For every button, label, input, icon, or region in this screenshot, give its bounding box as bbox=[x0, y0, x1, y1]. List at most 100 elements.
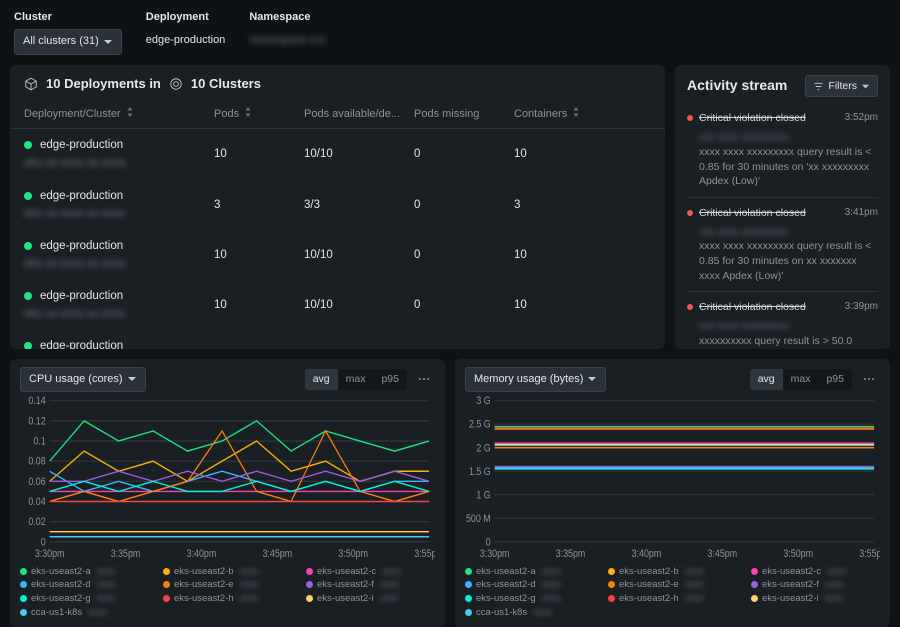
activity-item-body: xxx xxxx xxxxxxxxxxxxxxxxxxx query resul… bbox=[699, 319, 878, 348]
row-avail: 3/3 bbox=[304, 197, 414, 213]
activity-item-time: 3:39pm bbox=[845, 300, 878, 314]
row-name: edge-production bbox=[40, 338, 123, 349]
legend-item[interactable]: eks-useast2-bxxxx bbox=[163, 565, 292, 578]
legend-label: eks-useast2-a bbox=[31, 565, 91, 578]
legend-dot bbox=[306, 581, 313, 588]
deployments-table: Deployment/Cluster Pods Pods available/d… bbox=[10, 101, 665, 349]
namespace-filter-value: namespace-xxx bbox=[249, 29, 326, 52]
activity-filters-button[interactable]: Filters bbox=[805, 75, 878, 98]
legend-item[interactable]: eks-useast2-bxxxx bbox=[608, 565, 737, 578]
row-avail: 10/10 bbox=[304, 146, 414, 162]
table-row[interactable]: edge-production eks xx-xxxx-xx-xxxx 3 3/… bbox=[10, 180, 665, 230]
deployments-title: 10 Deployments in 10 Clusters bbox=[10, 65, 665, 101]
legend-dot bbox=[20, 609, 27, 616]
severity-dot bbox=[687, 115, 693, 121]
legend-label: eks-useast2-d bbox=[31, 579, 91, 592]
legend-item[interactable]: eks-useast2-cxxxx bbox=[751, 565, 880, 578]
status-dot bbox=[24, 342, 32, 349]
col-name[interactable]: Deployment/Cluster bbox=[24, 107, 214, 122]
row-name: edge-production bbox=[40, 137, 123, 153]
agg-option-max[interactable]: max bbox=[783, 369, 819, 390]
legend-dot bbox=[751, 568, 758, 575]
legend-dot bbox=[608, 568, 615, 575]
activity-item[interactable]: Critical violation closed 3:52pm xxx xxx… bbox=[687, 103, 878, 196]
agg-option-p95[interactable]: p95 bbox=[373, 369, 407, 390]
dots-horizontal-icon bbox=[862, 372, 876, 386]
legend-item[interactable]: eks-useast2-hxxxx bbox=[608, 592, 737, 605]
legend-item[interactable]: eks-useast2-hxxxx bbox=[163, 592, 292, 605]
legend-label: eks-useast2-f bbox=[762, 579, 819, 592]
table-row[interactable]: edge-production eks xx-xxxx-xx-xxxx 10 1… bbox=[10, 129, 665, 179]
legend-label: cca-us1-k8s bbox=[476, 606, 527, 619]
legend-item[interactable]: eks-useast2-axxxx bbox=[20, 565, 149, 578]
legend-item[interactable]: cca-us1-k8sxxxx bbox=[465, 606, 594, 619]
legend-item[interactable]: eks-useast2-exxxx bbox=[163, 579, 292, 592]
col-containers[interactable]: Containers bbox=[514, 107, 614, 122]
svg-text:0.14: 0.14 bbox=[28, 396, 46, 407]
row-name: edge-production bbox=[40, 238, 123, 254]
row-cluster: eks xx-xxxx-xx-xxxx bbox=[24, 306, 214, 322]
col-missing[interactable]: Pods missing bbox=[414, 107, 514, 122]
cpu-metric-dropdown[interactable]: CPU usage (cores) bbox=[20, 367, 146, 392]
svg-text:3 G: 3 G bbox=[476, 396, 490, 407]
agg-option-avg[interactable]: avg bbox=[750, 369, 783, 390]
svg-text:0.04: 0.04 bbox=[28, 497, 46, 509]
svg-text:0.12: 0.12 bbox=[28, 416, 45, 428]
activity-item[interactable]: Critical violation closed 3:41pm xxx xxx… bbox=[687, 197, 878, 291]
legend-item[interactable]: eks-useast2-gxxxx bbox=[465, 592, 594, 605]
svg-text:3:40pm: 3:40pm bbox=[187, 549, 217, 561]
row-pods: 10 bbox=[214, 146, 304, 162]
table-row[interactable]: edge-production eks xx-xxxx-xx-xxxx 10 1… bbox=[10, 280, 665, 330]
legend-item[interactable]: eks-useast2-fxxxx bbox=[306, 579, 435, 592]
status-dot bbox=[24, 192, 32, 200]
agg-option-avg[interactable]: avg bbox=[305, 369, 338, 390]
svg-text:1.5 G: 1.5 G bbox=[469, 466, 491, 478]
row-pods: 10 bbox=[214, 247, 304, 263]
legend-dot bbox=[20, 581, 27, 588]
mem-metric-dropdown[interactable]: Memory usage (bytes) bbox=[465, 367, 606, 392]
col-pods[interactable]: Pods bbox=[214, 107, 304, 122]
legend-item[interactable]: eks-useast2-fxxxx bbox=[751, 579, 880, 592]
chevron-down-icon bbox=[127, 374, 137, 384]
legend-label: eks-useast2-d bbox=[476, 579, 536, 592]
activity-item[interactable]: Critical violation closed 3:39pm xxx xxx… bbox=[687, 291, 878, 348]
cpu-more-button[interactable] bbox=[413, 368, 435, 390]
row-cluster: eks xx-xxxx-xx-xxxx bbox=[24, 206, 214, 222]
table-row[interactable]: edge-production eks xx-xxxx-xx-xxxx 10 1… bbox=[10, 230, 665, 280]
legend-item[interactable]: eks-useast2-gxxxx bbox=[20, 592, 149, 605]
row-missing: 0 bbox=[414, 197, 514, 213]
svg-text:500 M: 500 M bbox=[466, 513, 491, 525]
svg-text:3:45pm: 3:45pm bbox=[707, 549, 737, 561]
legend-dot bbox=[163, 568, 170, 575]
row-name: edge-production bbox=[40, 288, 123, 304]
legend-item[interactable]: cca-us1-k8sxxxx bbox=[20, 606, 149, 619]
legend-item[interactable]: eks-useast2-ixxxx bbox=[751, 592, 880, 605]
legend-dot bbox=[306, 568, 313, 575]
legend-item[interactable]: eks-useast2-dxxxx bbox=[20, 579, 149, 592]
legend-dot bbox=[465, 581, 472, 588]
agg-option-p95[interactable]: p95 bbox=[818, 369, 852, 390]
activity-item-time: 3:41pm bbox=[845, 206, 878, 220]
mem-agg-toggle[interactable]: avgmaxp95 bbox=[750, 369, 852, 390]
cpu-chart[interactable]: 00.020.040.060.080.10.120.143:30pm3:35pm… bbox=[20, 396, 435, 561]
agg-option-max[interactable]: max bbox=[338, 369, 374, 390]
legend-item[interactable]: eks-useast2-ixxxx bbox=[306, 592, 435, 605]
legend-item[interactable]: eks-useast2-dxxxx bbox=[465, 579, 594, 592]
cluster-dropdown[interactable]: All clusters (31) bbox=[14, 29, 122, 54]
mem-more-button[interactable] bbox=[858, 368, 880, 390]
cpu-agg-toggle[interactable]: avgmaxp95 bbox=[305, 369, 407, 390]
status-dot bbox=[24, 141, 32, 149]
status-dot bbox=[24, 242, 32, 250]
legend-item[interactable]: eks-useast2-cxxxx bbox=[306, 565, 435, 578]
legend-label: eks-useast2-h bbox=[174, 592, 234, 605]
mem-chart[interactable]: 0500 M1 G1.5 G2 G2.5 G3 G3:30pm3:35pm3:4… bbox=[465, 396, 880, 561]
legend-item[interactable]: eks-useast2-exxxx bbox=[608, 579, 737, 592]
activity-item-title: Critical violation closed bbox=[699, 111, 839, 126]
svg-text:2.5 G: 2.5 G bbox=[469, 419, 491, 431]
legend-label: eks-useast2-g bbox=[31, 592, 91, 605]
row-avail: 10/10 bbox=[304, 347, 414, 349]
col-avail[interactable]: Pods available/de... bbox=[304, 107, 414, 122]
legend-item[interactable]: eks-useast2-axxxx bbox=[465, 565, 594, 578]
legend-label: eks-useast2-i bbox=[762, 592, 819, 605]
table-row[interactable]: edge-production eks xx-xxxx-xx-xxxx 10 1… bbox=[10, 330, 665, 349]
